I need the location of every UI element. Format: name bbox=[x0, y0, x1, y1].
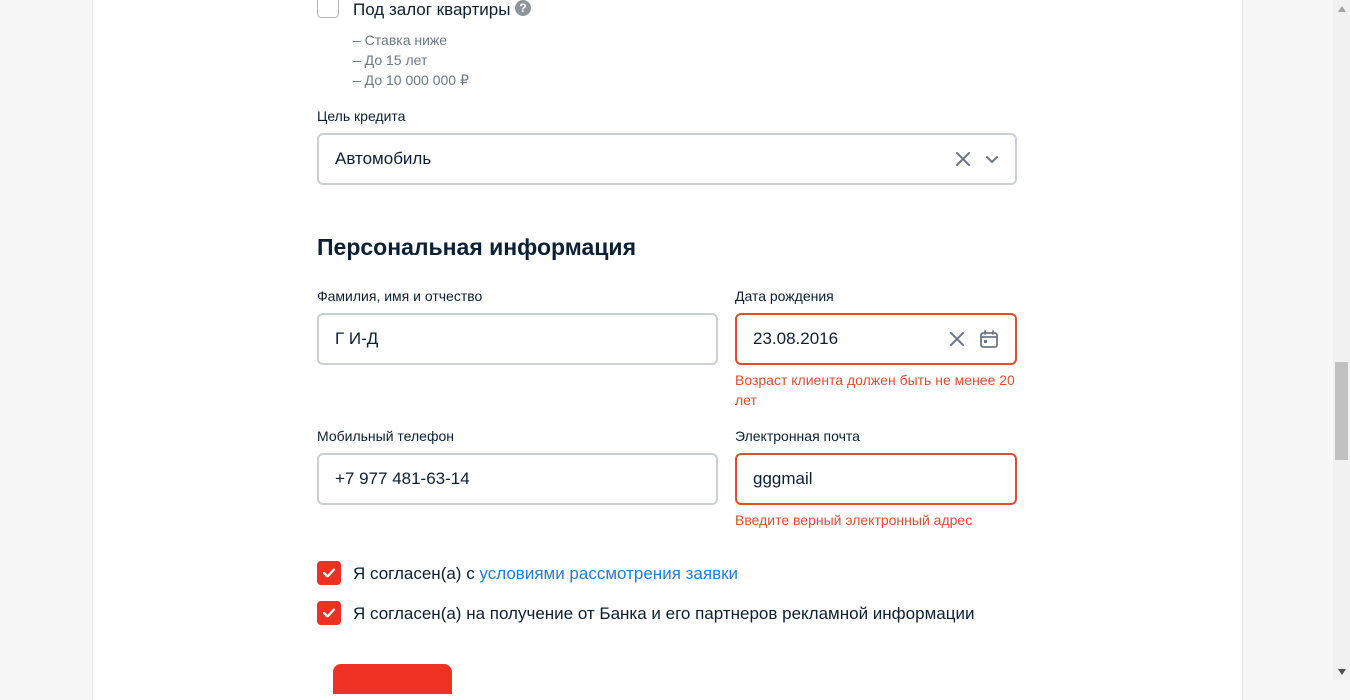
terms-prefix: Я согласен(а) с bbox=[353, 564, 480, 583]
scroll-down-icon[interactable] bbox=[1333, 663, 1350, 680]
email-value: gggmail bbox=[753, 469, 813, 488]
check-icon bbox=[322, 608, 336, 618]
ads-consent: Я согласен(а) на получение от Банка и ег… bbox=[353, 604, 975, 623]
pledge-checkbox[interactable] bbox=[317, 0, 339, 18]
terms-link[interactable]: условиями рассмотрения заявки bbox=[479, 564, 738, 583]
name-value: Г И-Д bbox=[335, 329, 379, 348]
phone-value: +7 977 481-63-14 bbox=[335, 469, 470, 488]
name-input[interactable]: Г И-Д bbox=[317, 313, 718, 365]
dob-error-line1: Возраст клиента должен быть не менее 20 bbox=[735, 372, 1015, 388]
email-error: Введите верный электронный адрес bbox=[735, 512, 973, 528]
benefit-rate: – Ставка ниже bbox=[353, 32, 448, 48]
pledge-label[interactable]: Под залог квартиры bbox=[353, 0, 510, 20]
check-icon bbox=[322, 568, 336, 578]
clear-icon[interactable] bbox=[955, 151, 971, 167]
clear-icon[interactable] bbox=[949, 331, 965, 347]
email-label: Электронная почта bbox=[735, 428, 860, 444]
dob-label: Дата рождения bbox=[735, 288, 834, 304]
email-input[interactable]: gggmail bbox=[735, 453, 1017, 505]
submit-button[interactable] bbox=[333, 664, 452, 694]
name-label: Фамилия, имя и отчество bbox=[317, 288, 483, 304]
purpose-select[interactable]: Автомобиль bbox=[317, 133, 1017, 185]
personal-info-title: Персональная информация bbox=[317, 234, 636, 260]
ads-checkbox[interactable] bbox=[317, 601, 341, 625]
dob-value: 23.08.2016 bbox=[753, 329, 839, 348]
purpose-value: Автомобиль bbox=[335, 149, 432, 168]
calendar-icon[interactable] bbox=[979, 329, 999, 349]
scrollbar-thumb[interactable] bbox=[1335, 362, 1348, 460]
terms-consent: Я согласен(а) с условиями рассмотрения з… bbox=[353, 563, 738, 585]
benefit-term: – До 15 лет bbox=[353, 52, 428, 68]
dob-error-line2: лет bbox=[735, 392, 757, 408]
scrollbar[interactable] bbox=[1333, 0, 1350, 680]
benefit-amount: – До 10 000 000 ₽ bbox=[353, 72, 469, 88]
phone-input[interactable]: +7 977 481-63-14 bbox=[317, 453, 718, 505]
purpose-label: Цель кредита bbox=[317, 108, 406, 124]
chevron-down-icon[interactable] bbox=[985, 152, 999, 166]
dob-input[interactable]: 23.08.2016 bbox=[735, 313, 1017, 365]
scroll-up-icon[interactable] bbox=[1333, 0, 1350, 17]
phone-label: Мобильный телефон bbox=[317, 428, 454, 444]
help-icon[interactable]: ? bbox=[515, 0, 531, 16]
terms-checkbox[interactable] bbox=[317, 561, 341, 585]
